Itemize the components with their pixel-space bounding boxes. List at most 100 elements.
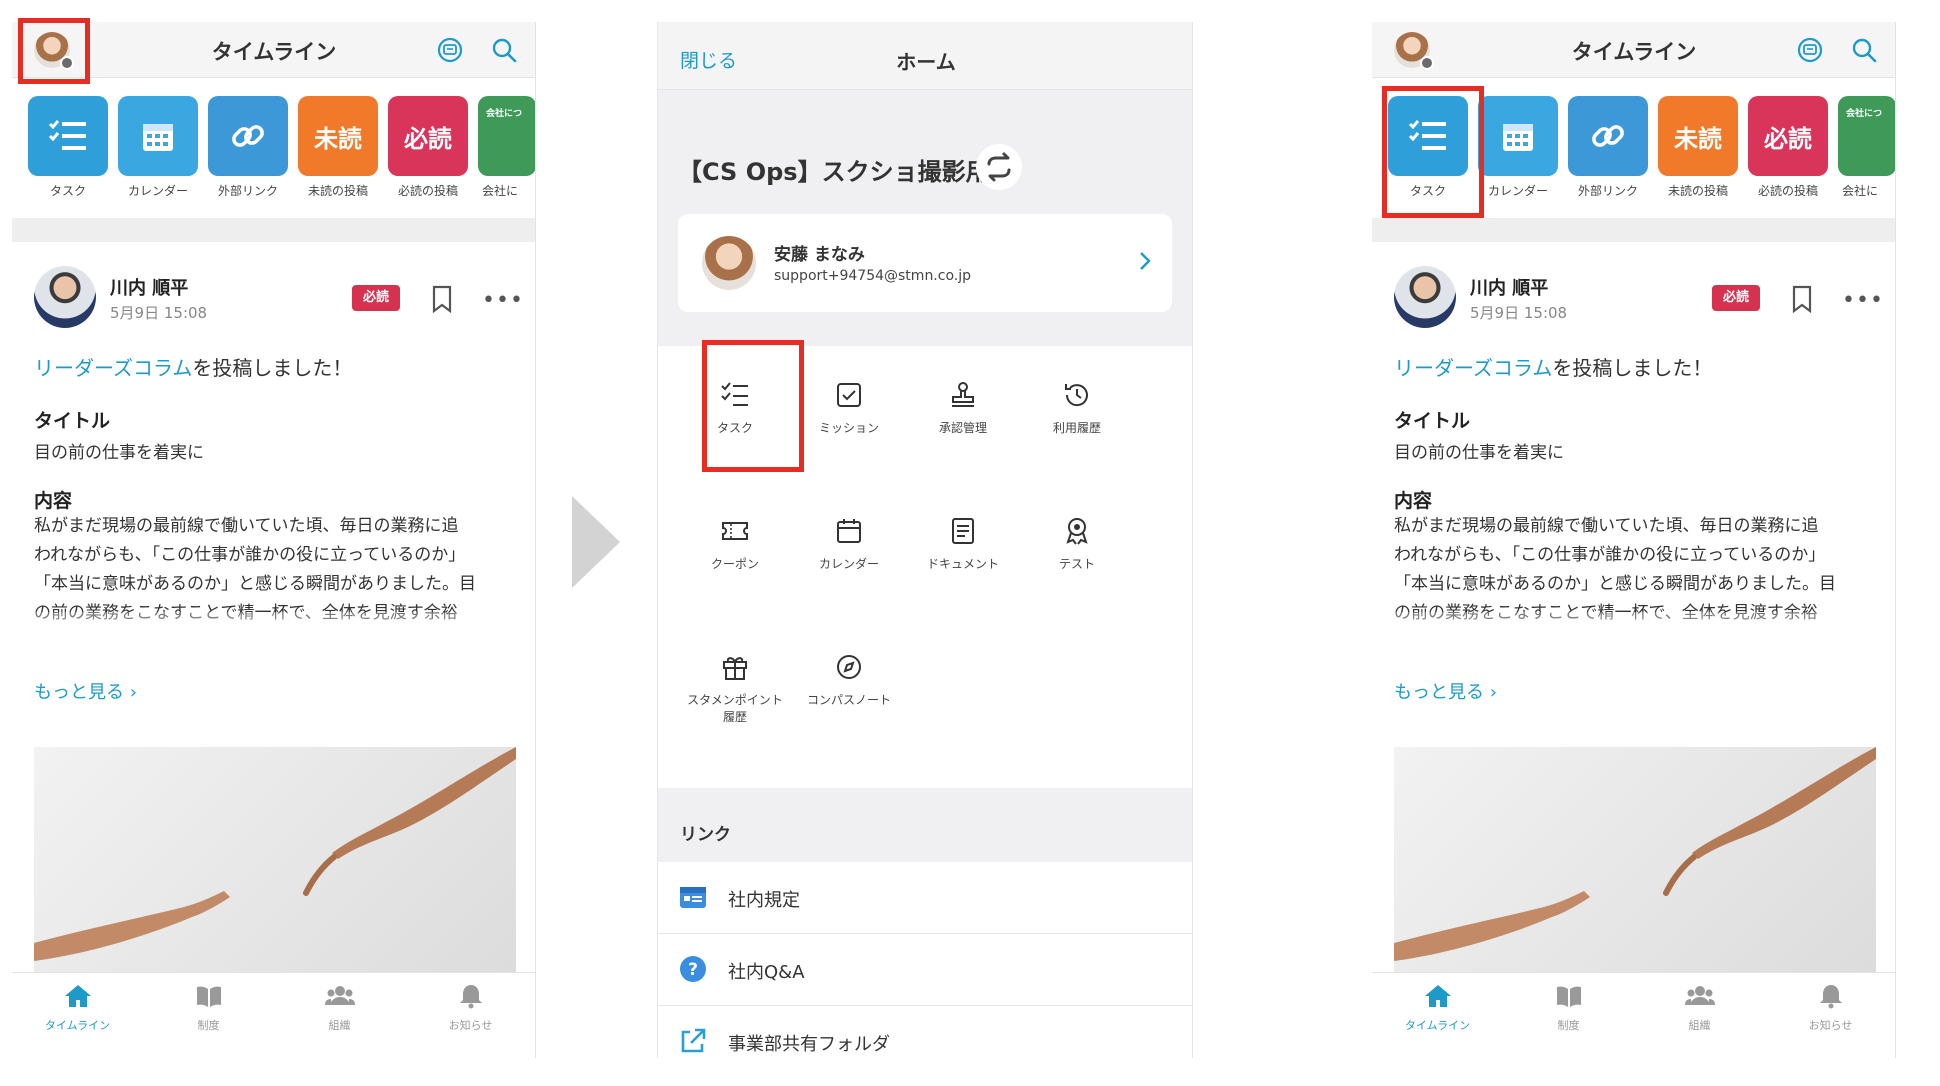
column-link[interactable]: リーダーズコラム [1394,356,1552,380]
tab-system[interactable]: 制度 [1503,983,1634,1033]
post-lead: リーダーズコラムを投稿しました！ [1394,356,1713,380]
menu-document[interactable]: ドキュメント [906,516,1020,573]
compass-icon [837,655,861,679]
tab-notifications[interactable]: お知らせ [1765,983,1895,1033]
profile-name: 安藤 まなみ [774,245,865,265]
author-name[interactable]: 川内 順平 [1470,274,1548,300]
highlight-avatar [18,18,90,84]
calendar-icon [837,519,861,543]
tab-bar: タイムライン 制度 組織 お知らせ [12,972,535,1058]
step-arrow-icon [572,496,620,588]
tab-timeline[interactable]: タイムライン [12,983,143,1033]
content-heading: 内容 [1394,490,1433,512]
tab-timeline[interactable]: タイムライン [1372,983,1503,1033]
tab-bar: タイムライン 制度 組織 お知らせ [1372,972,1895,1058]
book-icon [1556,986,1581,1007]
workspace-name: 【CS Ops】スクショ撮影用 [678,158,990,186]
document-icon [952,518,974,544]
external-link-icon [681,1028,706,1053]
author-avatar[interactable] [1394,266,1456,328]
post-lead: リーダーズコラムを投稿しました！ [34,356,353,380]
title-heading: タイトル [34,410,111,432]
history-icon [1065,384,1088,407]
content-body: 私がまだ現場の最前線で働いていた頃、毎日の業務に追 われながらも、「この仕事が誰… [34,516,476,623]
shortcut-must-read[interactable]: 必読 必読の投稿 [388,96,468,196]
menu-calendar[interactable]: カレンダー [792,516,906,573]
question-icon: ? [680,956,706,982]
shortcut-task[interactable]: タスク [28,96,108,196]
highlight-menu-task [702,340,804,472]
shortcut-company[interactable]: 会社につ 会社に [478,96,535,196]
tab-organization[interactable]: 組織 [274,983,405,1033]
company-icon: 会社につ [1838,96,1895,176]
menu-compass-note[interactable]: コンパスノート [792,652,906,709]
shortcut-calendar[interactable]: カレンダー [1478,96,1558,196]
search-icon[interactable] [1850,36,1878,64]
people-icon [1684,986,1715,1005]
timeline-header: タイムライン [1372,22,1895,78]
refresh-icon [987,152,1011,182]
profile-avatar [702,236,756,290]
more-options-icon[interactable]: ••• [482,288,524,313]
menu-mission[interactable]: ミッション [792,380,906,437]
column-link[interactable]: リーダーズコラム [34,356,192,380]
menu-points-history[interactable]: スタメンポイント履歴 [678,652,792,726]
menu-test[interactable]: テスト [1020,516,1134,573]
shortcut-calendar[interactable]: カレンダー [118,96,198,196]
checkbox-icon [837,383,861,407]
link-row-internal-rules[interactable]: 社内規定 [658,862,1192,934]
calendar-icon [1478,96,1558,176]
bookmark-icon[interactable] [1790,285,1814,313]
must-read-badge: 必読 [1712,285,1760,311]
task-list-icon [28,96,108,176]
divider-band [12,218,535,242]
see-more-link[interactable]: もっと見る › [1394,678,1497,704]
profile-card[interactable]: 安藤 まなみ support+94754@stmn.co.jp [678,214,1172,312]
home-title: ホーム [896,50,956,74]
more-options-icon[interactable]: ••• [1842,288,1884,313]
coupon-icon [722,522,748,540]
card-icon [680,887,706,908]
shortcut-must-read[interactable]: 必読 必読の投稿 [1748,96,1828,196]
shortcut-company[interactable]: 会社につ 会社に [1838,96,1895,196]
chat-icon[interactable] [1796,36,1824,64]
gift-icon [723,657,747,680]
tab-organization[interactable]: 組織 [1634,983,1765,1033]
author-avatar[interactable] [34,266,96,328]
shortcut-unread[interactable]: 未読 未読の投稿 [1658,96,1738,196]
chevron-right-icon [1140,252,1151,270]
post-date: 5月9日 15:08 [1470,304,1568,322]
post-date: 5月9日 15:08 [110,304,208,322]
chat-icon[interactable] [436,36,464,64]
title-text: 目の前の仕事を着実に [34,443,204,463]
title-text: 目の前の仕事を着実に [1394,443,1564,463]
award-icon [1066,518,1088,545]
search-icon[interactable] [490,36,518,64]
bell-icon [1819,985,1842,1009]
bookmark-icon[interactable] [430,285,454,313]
menu-approval[interactable]: 承認管理 [906,380,1020,437]
tab-system[interactable]: 制度 [143,983,274,1033]
link-row-internal-qa[interactable]: ? 社内Q&A [658,934,1192,1006]
shortcut-external-link[interactable]: 外部リンク [208,96,288,196]
home-icon [1424,985,1451,1007]
content-fade [1372,612,1895,667]
tab-notifications[interactable]: お知らせ [405,983,535,1033]
shortcut-unread[interactable]: 未読 未読の投稿 [298,96,378,196]
shortcut-row: タスク カレンダー 外部リンク 未読 未読の投稿 必読 必読の投稿 会社につ 会社に [12,78,535,196]
switch-workspace-button[interactable] [976,144,1022,190]
author-name[interactable]: 川内 順平 [110,274,188,300]
menu-coupon[interactable]: クーポン [678,516,792,573]
links-section-header: リンク [658,788,1192,862]
see-more-link[interactable]: もっと見る › [34,678,137,704]
link-row-shared-folder[interactable]: 事業部共有フォルダ [658,1006,1192,1058]
calendar-icon [118,96,198,176]
content-heading: 内容 [34,490,73,512]
post-image [1394,747,1876,973]
divider-band [1372,218,1895,242]
content-fade [12,612,535,667]
company-icon: 会社につ [478,96,535,176]
shortcut-external-link[interactable]: 外部リンク [1568,96,1648,196]
highlight-shortcut-task [1382,86,1484,218]
menu-history[interactable]: 利用履歴 [1020,380,1134,437]
